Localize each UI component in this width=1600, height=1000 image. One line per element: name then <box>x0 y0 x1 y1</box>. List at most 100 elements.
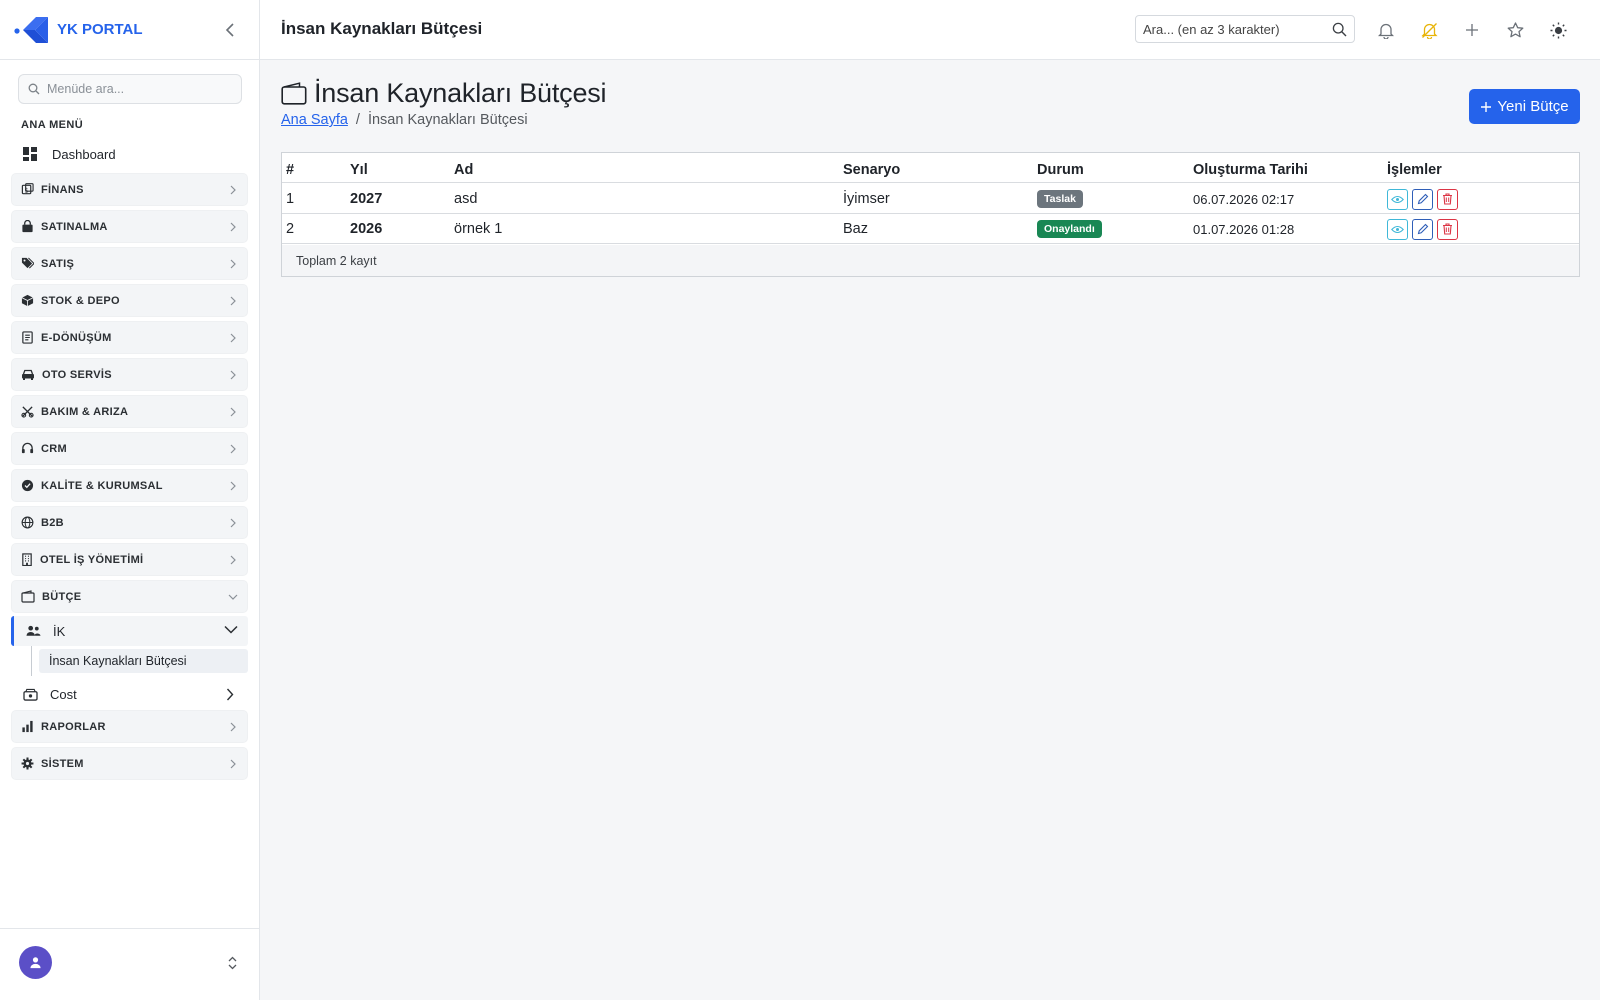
cell-scenario: İyimser <box>843 191 890 207</box>
notifications-button[interactable] <box>1375 19 1397 41</box>
cell-no: 1 <box>286 191 295 207</box>
menu-search[interactable] <box>18 74 242 104</box>
sidebar: YK PORTAL ANA MENÜ Dashboard $ FİNANS SA… <box>0 0 260 1000</box>
edit-button[interactable] <box>1412 188 1433 210</box>
column-header-scenario[interactable]: Senaryo <box>843 155 900 185</box>
bell-off-icon <box>1420 22 1438 39</box>
top-bar: İnsan Kaynakları Bütçesi <box>260 0 1600 60</box>
search-icon[interactable] <box>1332 22 1347 37</box>
wallet-icon <box>281 82 307 105</box>
cell-name: örnek 1 <box>454 221 503 237</box>
sidebar-group-crm[interactable]: CRM <box>11 432 248 465</box>
chevron-right-icon <box>230 296 236 306</box>
quick-add-button[interactable] <box>1461 19 1483 41</box>
column-header-no[interactable]: # <box>286 155 294 185</box>
sidebar-group-finans[interactable]: $ FİNANS <box>11 173 248 206</box>
view-button[interactable] <box>1387 218 1408 240</box>
chevron-right-icon <box>230 259 236 269</box>
global-search[interactable] <box>1135 15 1355 43</box>
dashboard-icon <box>23 147 37 161</box>
column-header-name[interactable]: Ad <box>454 155 473 185</box>
delete-button[interactable] <box>1437 218 1458 240</box>
mute-notifications-button[interactable] <box>1418 19 1440 41</box>
page-title-text: İnsan Kaynakları Bütçesi <box>314 78 607 108</box>
sidebar-group-oto-servis[interactable]: OTO SERVİS <box>11 358 248 391</box>
breadcrumb: Ana Sayfa / İnsan Kaynakları Bütçesi <box>281 112 528 128</box>
bell-icon <box>1378 23 1394 39</box>
sidebar-group-satis[interactable]: SATIŞ <box>11 247 248 280</box>
column-header-year[interactable]: Yıl <box>350 155 368 185</box>
sidebar-footer <box>0 928 259 1000</box>
sidebar-subitem-insan-kaynaklari-butcesi[interactable]: İnsan Kaynakları Bütçesi <box>39 649 248 673</box>
shopping-bag-icon <box>22 220 33 233</box>
favorites-button[interactable] <box>1504 19 1526 41</box>
globe-icon <box>21 516 34 529</box>
breadcrumb-home-link[interactable]: Ana Sayfa <box>281 112 348 128</box>
pencil-icon <box>1417 193 1428 205</box>
bar-chart-icon <box>22 720 33 733</box>
cell-scenario: Baz <box>843 221 868 237</box>
view-button[interactable] <box>1387 188 1408 210</box>
tools-icon <box>21 406 34 418</box>
global-search-input[interactable] <box>1136 21 1322 37</box>
star-icon <box>1507 22 1523 38</box>
chevron-right-icon <box>230 481 236 491</box>
sidebar-item-dashboard[interactable]: Dashboard <box>12 140 248 168</box>
sidebar-group-label: SİSTEM <box>41 757 84 770</box>
table-row[interactable]: 1 2027 asd İyimser Taslak 06.07.2026 02:… <box>282 184 1579 214</box>
plus-icon <box>1466 24 1478 36</box>
trash-icon <box>1443 193 1452 205</box>
brand[interactable]: YK PORTAL <box>0 0 259 60</box>
new-budget-button[interactable]: Yeni Bütçe <box>1469 89 1580 124</box>
chevron-right-icon <box>230 370 236 380</box>
sidebar-item-label: Dashboard <box>52 146 116 162</box>
chevron-right-icon <box>230 444 236 454</box>
collapse-sidebar-button[interactable] <box>220 20 240 40</box>
edit-button[interactable] <box>1412 218 1433 240</box>
theme-toggle-button[interactable] <box>1547 19 1569 41</box>
column-header-status[interactable]: Durum <box>1037 155 1084 185</box>
pencil-icon <box>1417 223 1428 235</box>
sidebar-group-otel-is-yonetimi[interactable]: OTEL İŞ YÖNETİMİ <box>11 543 248 576</box>
sidebar-group-b2b[interactable]: B2B <box>11 506 248 539</box>
users-icon <box>26 625 41 636</box>
sidebar-item-ik[interactable]: İK <box>11 616 248 646</box>
cell-created: 01.07.2026 01:28 <box>1193 221 1295 237</box>
sidebar-group-label: STOK & DEPO <box>41 294 120 307</box>
sidebar-group-raporlar[interactable]: RAPORLAR <box>11 710 248 743</box>
user-avatar[interactable] <box>19 946 52 979</box>
sidebar-group-stok-depo[interactable]: STOK & DEPO <box>11 284 248 317</box>
sidebar-group-sistem[interactable]: SİSTEM <box>11 747 248 780</box>
header-title: İnsan Kaynakları Bütçesi <box>281 19 483 38</box>
sidebar-group-label: RAPORLAR <box>41 720 106 733</box>
logo-icon <box>14 14 48 46</box>
sidebar-group-label: B2B <box>41 516 64 529</box>
sidebar-group-label: KALİTE & KURUMSAL <box>41 479 163 492</box>
cell-name: asd <box>454 191 478 207</box>
chevron-up-down-icon[interactable] <box>228 956 237 970</box>
sidebar-group-e-donusum[interactable]: E-DÖNÜŞÜM <box>11 321 248 354</box>
building-icon <box>22 553 32 566</box>
eye-icon <box>1391 195 1404 203</box>
table-header: # Yıl Ad Senaryo Durum Oluşturma Tarihi … <box>282 153 1579 183</box>
chevron-down-icon <box>224 625 238 634</box>
sidebar-group-satinalma[interactable]: SATINALMA <box>11 210 248 243</box>
chevron-right-icon <box>230 407 236 417</box>
delete-button[interactable] <box>1437 188 1458 210</box>
finance-icon: $ <box>21 183 34 194</box>
column-header-created[interactable]: Oluşturma Tarihi <box>1193 155 1308 185</box>
sidebar-group-kalite-kurumsal[interactable]: KALİTE & KURUMSAL <box>11 469 248 502</box>
sidebar-group-butce[interactable]: BÜTÇE <box>11 580 248 613</box>
sidebar-group-label: BÜTÇE <box>42 590 82 603</box>
search-icon <box>28 83 40 95</box>
sidebar-item-cost[interactable]: Cost <box>11 680 248 708</box>
user-icon <box>30 957 41 969</box>
chevron-down-icon <box>228 594 238 600</box>
budget-table: # Yıl Ad Senaryo Durum Oluşturma Tarihi … <box>281 152 1580 277</box>
breadcrumb-current: İnsan Kaynakları Bütçesi <box>367 112 528 128</box>
chevron-right-icon <box>230 333 236 343</box>
table-row[interactable]: 2 2026 örnek 1 Baz Onaylandı 01.07.2026 … <box>282 214 1579 244</box>
brand-name: YK PORTAL <box>57 21 143 38</box>
sidebar-group-bakim-ariza[interactable]: BAKIM & ARIZA <box>11 395 248 428</box>
menu-search-input[interactable] <box>47 82 227 96</box>
